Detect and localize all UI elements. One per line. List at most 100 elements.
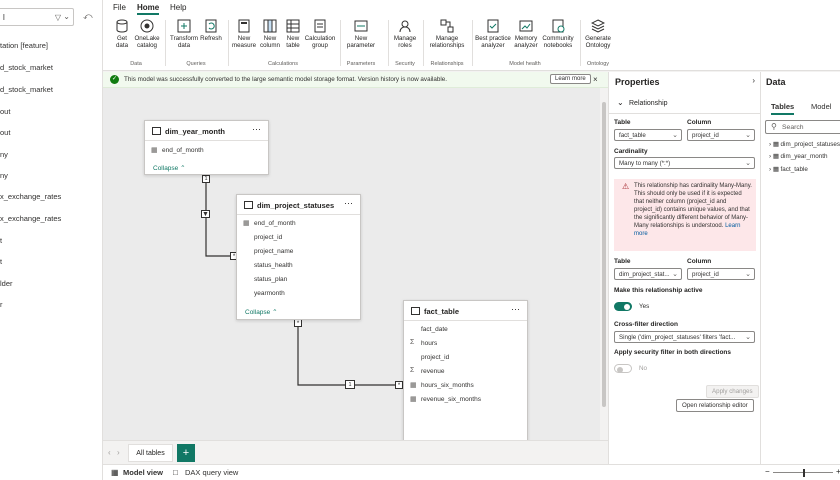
learn-more-button[interactable]: Learn more xyxy=(550,74,591,84)
menu-file[interactable]: File xyxy=(113,3,126,12)
cardinality-select[interactable]: Many to many (*:*) ⌄ xyxy=(614,157,755,169)
active-toggle[interactable] xyxy=(614,302,632,311)
column-row[interactable]: ▦ end_of_month xyxy=(145,144,268,158)
generate-ontology-button[interactable]: Generate Ontology xyxy=(583,19,613,49)
model-view-button[interactable]: Model view xyxy=(123,468,163,477)
chevron-left-icon[interactable]: ‹ xyxy=(108,448,111,457)
data-search-input[interactable]: ⚲ Search xyxy=(765,120,840,134)
menu-home[interactable]: Home xyxy=(137,3,160,15)
table-header[interactable]: dim_year_month ⋯ xyxy=(145,121,268,141)
column-row[interactable]: project_id xyxy=(237,231,360,245)
collapse-button[interactable]: Collapse ⌃ xyxy=(153,164,186,172)
transform-data-button[interactable]: Transform data xyxy=(169,19,199,49)
column2-select[interactable]: project_id ⌄ xyxy=(687,268,755,280)
properties-title: Properties xyxy=(615,77,660,87)
column-name: revenue xyxy=(421,368,445,375)
new-table-button[interactable]: New table xyxy=(282,19,304,49)
column-row[interactable]: ▦ end_of_month xyxy=(237,217,360,231)
more-options-icon[interactable]: ⋯ xyxy=(252,124,261,135)
nav-item[interactable]: x_exchange_rates xyxy=(0,214,61,223)
get-data-button[interactable]: Get data xyxy=(111,19,133,49)
chevron-right-icon[interactable]: › xyxy=(117,448,120,457)
nav-item[interactable]: out xyxy=(0,128,10,137)
column-row[interactable]: ▦ revenue_six_months xyxy=(404,393,527,407)
zoom-slider-knob[interactable] xyxy=(803,469,805,477)
new-column-button[interactable]: New column xyxy=(258,19,282,49)
nav-item[interactable]: d_stock_market xyxy=(0,85,53,94)
model-canvas[interactable]: 1 ▼ * * 1 * dim_year_month ⋯ ▦ end_of_mon… xyxy=(103,88,608,440)
nav-item[interactable]: ny xyxy=(0,171,8,180)
nav-item[interactable]: x_exchange_rates xyxy=(0,192,61,201)
table2-select[interactable]: dim_project_stat... ⌄ xyxy=(614,268,682,280)
dax-query-view-button[interactable]: DAX query view xyxy=(185,468,238,477)
nav-item[interactable]: ny xyxy=(0,150,8,159)
table-card-dim-project-statuses[interactable]: dim_project_statuses ⋯ ▦ end_of_month pro… xyxy=(236,194,361,320)
table-card-dim-year-month[interactable]: dim_year_month ⋯ ▦ end_of_month Collapse … xyxy=(144,120,269,175)
tab-tables[interactable]: Tables xyxy=(771,102,795,115)
menu-help[interactable]: Help xyxy=(170,3,186,12)
column-row[interactable]: Σhours xyxy=(404,337,527,351)
filter-icon[interactable]: ▽ xyxy=(55,13,61,22)
nav-search-input[interactable]: l ▽ ⌄ xyxy=(0,8,74,26)
nav-item[interactable]: t xyxy=(0,236,2,245)
table-header[interactable]: fact_table ⋯ xyxy=(404,301,527,321)
zoom-out-icon[interactable]: − xyxy=(765,467,770,476)
group-relationships: Relationships xyxy=(430,61,464,67)
zoom-in-icon[interactable]: + xyxy=(836,467,840,476)
close-icon[interactable]: × xyxy=(593,75,598,84)
ribbon-separator xyxy=(340,20,341,66)
chevron-down-icon[interactable]: ⌄ xyxy=(63,12,70,21)
onelake-icon xyxy=(140,19,154,33)
memory-analyzer-button[interactable]: Memory analyzer xyxy=(512,19,540,49)
more-options-icon[interactable]: ⋯ xyxy=(344,198,353,209)
nav-item[interactable]: tation [feature] xyxy=(0,41,48,50)
apply-changes-button[interactable]: Apply changes xyxy=(706,385,759,398)
manage-relationships-button[interactable]: Manage relationships xyxy=(426,19,468,49)
column-row[interactable]: yearmonth xyxy=(237,287,360,301)
data-table-item[interactable]: › ▦ fact_table xyxy=(769,166,808,173)
onelake-catalog-button[interactable]: OneLake catalog xyxy=(133,19,161,49)
nav-item[interactable]: lder xyxy=(0,279,13,288)
column-row[interactable]: status_health xyxy=(237,259,360,273)
table-header[interactable]: dim_project_statuses ⋯ xyxy=(237,195,360,215)
calculation-group-label: Calculation group xyxy=(304,35,336,49)
column-row[interactable]: Σrevenue xyxy=(404,365,527,379)
open-relationship-editor-button[interactable]: Open relationship editor xyxy=(676,399,754,412)
nav-item[interactable]: r xyxy=(0,300,3,309)
data-table-item[interactable]: › ▦ dim_year_month xyxy=(769,153,827,160)
relationship-section[interactable]: Relationship xyxy=(629,100,668,107)
refresh-button[interactable]: Refresh xyxy=(199,19,223,42)
security-toggle[interactable] xyxy=(614,364,632,373)
new-parameter-button[interactable]: New parameter xyxy=(343,19,379,49)
manage-roles-button[interactable]: Manage roles xyxy=(391,19,419,49)
best-practice-analyzer-button[interactable]: Best practice analyzer xyxy=(475,19,511,49)
tab-all-tables[interactable]: All tables xyxy=(128,444,173,462)
column1-value: project_id xyxy=(692,132,719,139)
chevron-down-icon[interactable]: ⌄ xyxy=(617,98,624,107)
table1-select[interactable]: fact_table ⌄ xyxy=(614,129,682,141)
column-row[interactable]: project_name xyxy=(237,245,360,259)
canvas-scrollbar[interactable] xyxy=(600,88,608,440)
column1-select[interactable]: project_id ⌄ xyxy=(687,129,755,141)
pin-icon[interactable]: ⤺ xyxy=(83,11,93,22)
add-layout-button[interactable]: + xyxy=(177,444,195,462)
more-options-icon[interactable]: ⋯ xyxy=(511,304,520,315)
crossfilter-select[interactable]: Single ('dim_project_statuses' filters '… xyxy=(614,331,755,343)
column-row[interactable]: ▦ hours_six_months xyxy=(404,379,527,393)
data-table-item[interactable]: › ▦ dim_project_statuses xyxy=(769,141,840,148)
collapse-button[interactable]: Collapse ⌃ xyxy=(245,308,278,316)
chevron-right-icon[interactable]: › xyxy=(752,76,755,85)
scroll-thumb[interactable] xyxy=(602,102,606,407)
new-measure-button[interactable]: New measure xyxy=(231,19,257,49)
calculation-group-button[interactable]: Calculation group xyxy=(304,19,336,49)
community-notebooks-button[interactable]: Community notebooks xyxy=(540,19,576,49)
nav-item[interactable]: d_stock_market xyxy=(0,63,53,72)
column-row[interactable]: fact_date xyxy=(404,323,527,337)
tab-model[interactable]: Model xyxy=(811,102,831,111)
nav-item[interactable]: t xyxy=(0,257,2,266)
nav-item[interactable]: out xyxy=(0,107,10,116)
column-row[interactable]: project_id xyxy=(404,351,527,365)
table-card-fact-table[interactable]: fact_table ⋯ fact_date Σhours project_id… xyxy=(403,300,528,440)
table-icon xyxy=(411,307,420,315)
column-row[interactable]: status_plan xyxy=(237,273,360,287)
